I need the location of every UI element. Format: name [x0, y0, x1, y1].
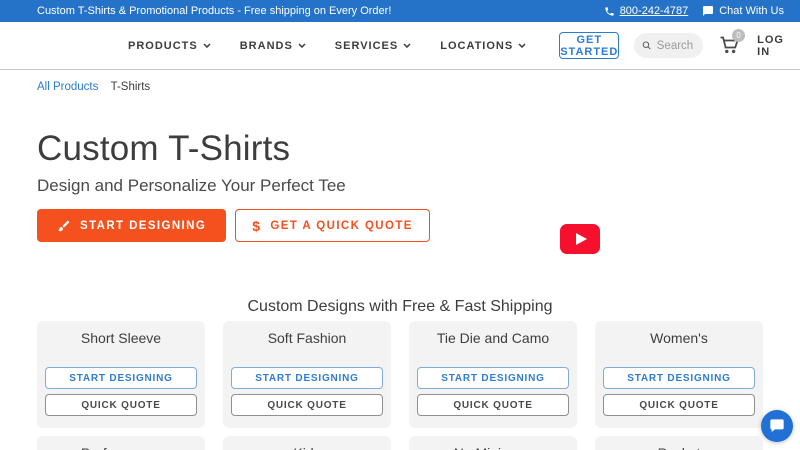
card-quick-quote-button[interactable]: QUICK QUOTE — [45, 394, 197, 416]
card-start-designing-button[interactable]: START DESIGNING — [45, 367, 197, 389]
card-title: Performance — [45, 445, 197, 450]
start-designing-label: START DESIGNING — [80, 219, 207, 232]
card-title: Tie Die and Camo — [436, 330, 550, 346]
nav-brands[interactable]: BRANDS — [240, 40, 306, 52]
cart-count-badge: 0 — [732, 28, 746, 42]
youtube-play-button[interactable] — [560, 224, 600, 254]
chat-widget-button[interactable] — [761, 410, 793, 442]
promo-text: Custom T-Shirts & Promotional Products -… — [37, 5, 392, 17]
phone-number: 800-242-4787 — [619, 5, 689, 17]
card-womens: Women's START DESIGNING QUICK QUOTE — [595, 321, 763, 428]
play-icon — [576, 233, 587, 245]
search-input[interactable] — [656, 39, 696, 52]
card-start-designing-button[interactable]: START DESIGNING — [231, 367, 383, 389]
card-title: Soft Fashion — [267, 330, 347, 346]
hero-subtitle: Design and Personalize Your Perfect Tee — [37, 176, 346, 195]
card-soft-fashion: Soft Fashion START DESIGNING QUICK QUOTE — [223, 321, 391, 428]
card-kids: Kids START DESIGNING QUICK QUOTE — [223, 436, 391, 450]
nav-locations-label: LOCATIONS — [440, 39, 514, 52]
card-no-minimum: No Minimum START DESIGNING QUICK QUOTE — [409, 436, 577, 450]
breadcrumb-current: T-Shirts — [110, 81, 151, 93]
nav-locations[interactable]: LOCATIONS — [440, 40, 526, 52]
main-navbar: PRODUCTS BRANDS SERVICES LOCATIONS GET S… — [0, 22, 800, 70]
card-title: Pocket — [603, 445, 755, 450]
card-short-sleeve: Short Sleeve START DESIGNING QUICK QUOTE — [37, 321, 205, 428]
paintbrush-icon — [58, 220, 70, 231]
chat-bubble-icon — [770, 419, 784, 432]
card-title: Kids — [231, 445, 383, 450]
cart-button[interactable]: 0 — [717, 28, 746, 59]
category-cards-row1: Short Sleeve START DESIGNING QUICK QUOTE… — [37, 321, 763, 428]
card-start-designing-button[interactable]: START DESIGNING — [417, 367, 569, 389]
search-icon — [643, 41, 651, 50]
card-quick-quote-button[interactable]: QUICK QUOTE — [603, 394, 755, 416]
breadcrumb: All Products T-Shirts — [0, 70, 800, 93]
card-quick-quote-button[interactable]: QUICK QUOTE — [417, 394, 569, 416]
start-designing-button[interactable]: START DESIGNING — [37, 209, 227, 242]
chevron-down-icon — [203, 43, 211, 48]
chevron-down-icon — [298, 43, 306, 48]
breadcrumb-all-products[interactable]: All Products — [37, 81, 98, 93]
card-pocket: Pocket START DESIGNING QUICK QUOTE — [595, 436, 763, 450]
card-title: Women's — [650, 330, 708, 346]
chevron-down-icon — [518, 43, 526, 48]
card-performance: Performance START DESIGNING QUICK QUOTE — [37, 436, 205, 450]
nav-products-label: PRODUCTS — [128, 39, 198, 52]
nav-services-label: SERVICES — [334, 39, 399, 52]
nav-services[interactable]: SERVICES — [335, 40, 411, 52]
login-link[interactable]: LOG IN — [757, 34, 784, 58]
page-title: Custom T-Shirts — [37, 129, 291, 168]
search-bar[interactable] — [634, 33, 704, 58]
nav-brands-label: BRANDS — [239, 39, 293, 52]
promo-topbar: Custom T-Shirts & Promotional Products -… — [0, 0, 800, 22]
card-start-designing-button[interactable]: START DESIGNING — [603, 367, 755, 389]
card-title: Short Sleeve — [80, 330, 162, 346]
phone-link[interactable]: 800-242-4787 — [604, 5, 689, 17]
chat-icon — [703, 6, 714, 16]
get-started-button[interactable]: GET STARTED — [559, 32, 620, 59]
card-quick-quote-button[interactable]: QUICK QUOTE — [231, 394, 383, 416]
chevron-down-icon — [403, 43, 411, 48]
card-title: No Minimum — [417, 445, 569, 450]
card-tie-die-and-camo: Tie Die and Camo START DESIGNING QUICK Q… — [409, 321, 577, 428]
hero-section: Custom T-Shirts Design and Personalize Y… — [0, 93, 800, 254]
phone-icon — [605, 6, 614, 16]
dollar-icon: $ — [252, 217, 262, 234]
category-cards-row2: Performance START DESIGNING QUICK QUOTE … — [37, 436, 763, 450]
chat-with-us-link[interactable]: Chat With Us — [702, 5, 784, 17]
quick-quote-label: GET A QUICK QUOTE — [270, 219, 413, 232]
section-title: Custom Designs with Free & Fast Shipping — [247, 298, 553, 315]
nav-products[interactable]: PRODUCTS — [128, 40, 211, 52]
quick-quote-button[interactable]: $ GET A QUICK QUOTE — [235, 209, 430, 242]
chat-label: Chat With Us — [719, 5, 784, 17]
